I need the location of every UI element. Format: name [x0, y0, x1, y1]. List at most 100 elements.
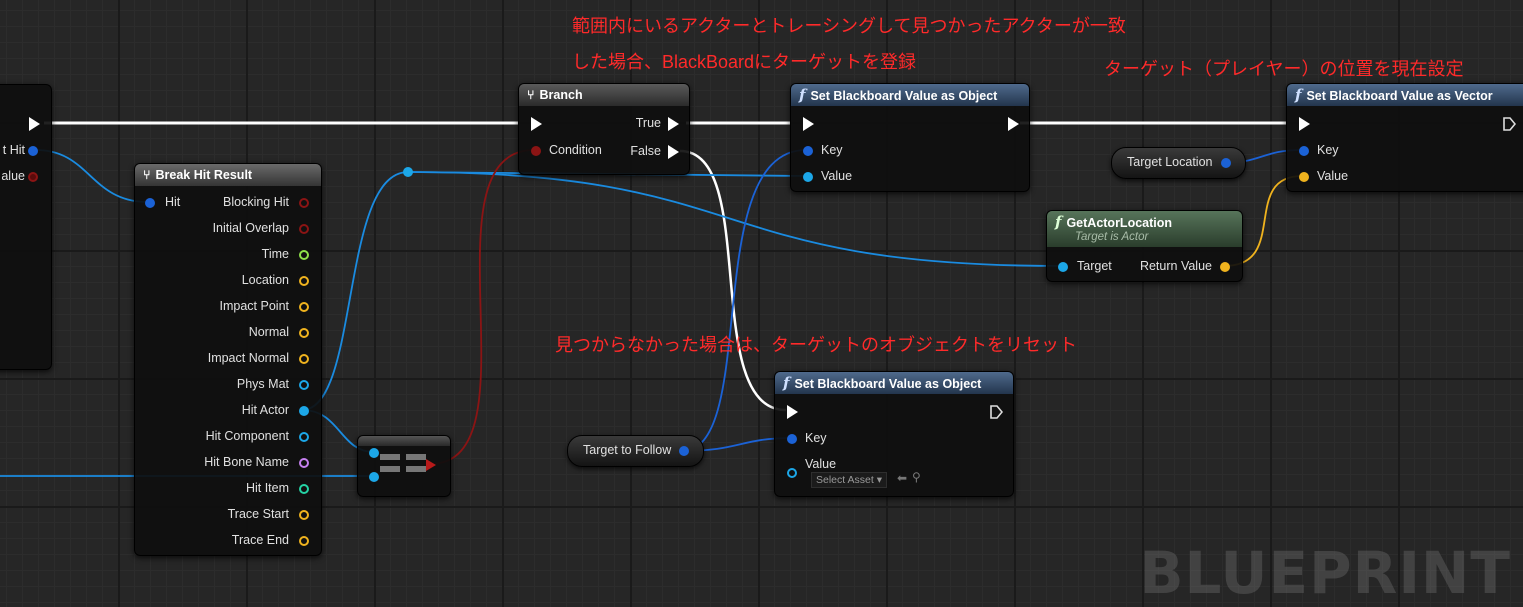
node-title: GetActorLocation: [1066, 216, 1173, 230]
value-label: Value: [821, 169, 853, 183]
output-pin[interactable]: [299, 536, 309, 546]
value-output-label: alue: [1, 169, 25, 183]
set-bb-vector-header: f Set Blackboard Value as Vector: [1287, 84, 1523, 106]
equal-object-node[interactable]: [357, 435, 451, 497]
function-icon: f: [799, 86, 806, 104]
annotation-location-comment: ターゲット（プレイヤー）の位置を現在設定: [1104, 59, 1464, 79]
node-title: Branch: [539, 88, 583, 102]
variable-output-pin[interactable]: [679, 446, 689, 456]
get-actor-location-header: f GetActorLocation Target is Actor: [1047, 211, 1242, 247]
output-label: Impact Normal: [207, 351, 289, 365]
equal-a-pin[interactable]: [369, 448, 379, 458]
output-pin[interactable]: [299, 328, 309, 338]
branch-header: ⑂ Branch: [519, 84, 689, 106]
output-pin[interactable]: [299, 302, 309, 312]
chevron-down-icon: ▾: [876, 474, 882, 486]
output-label: Normal: [248, 325, 289, 339]
true-label: True: [635, 116, 661, 130]
exec-in-pin[interactable]: [787, 405, 798, 419]
break-icon: ⑂: [143, 168, 151, 182]
variable-label: Target to Follow: [583, 443, 672, 457]
output-pin[interactable]: [299, 354, 309, 364]
hit-input-pin[interactable]: [145, 198, 155, 208]
variable-output-pin[interactable]: [1221, 158, 1231, 168]
target-label: Target: [1077, 259, 1112, 273]
equal-icon-bar: [380, 466, 400, 472]
exec-out-pin[interactable]: [990, 405, 1004, 419]
true-exec-pin[interactable]: [668, 117, 679, 131]
hit-input-label: Hit: [165, 195, 181, 209]
hit-output-pin[interactable]: [28, 146, 38, 156]
exec-wire: [679, 149, 787, 412]
return-value-pin[interactable]: [1220, 262, 1230, 272]
trace-node-partial[interactable]: t Hit alue: [0, 84, 52, 370]
exec-out-pin[interactable]: [1008, 117, 1019, 131]
set-bb-object-reset-header: f Set Blackboard Value as Object: [775, 372, 1013, 394]
set-bb-object-reset-node[interactable]: f Set Blackboard Value as Object Key Valu…: [774, 371, 1014, 497]
annotation-reset-comment: 見つからなかった場合は、ターゲットのオブジェクトをリセット: [555, 335, 1077, 355]
value-pin[interactable]: [787, 468, 797, 478]
value-pin[interactable]: [1299, 172, 1309, 182]
target-to-follow-variable[interactable]: Target to Follow: [567, 435, 704, 467]
value-pin[interactable]: [803, 172, 813, 182]
condition-pin[interactable]: [531, 146, 541, 156]
node-title: Set Blackboard Value as Object: [794, 377, 982, 391]
node-title: Break Hit Result: [155, 168, 253, 182]
variable-label: Target Location: [1127, 155, 1213, 169]
exec-in-pin[interactable]: [1299, 117, 1310, 131]
annotation-match-comment: 範囲内にいるアクターとトレーシングして見つかったアクターが一致: [572, 16, 1126, 36]
key-label: Key: [805, 431, 827, 445]
false-exec-pin[interactable]: [668, 145, 679, 159]
exec-out-pin[interactable]: [1503, 117, 1517, 131]
output-pin[interactable]: [299, 510, 309, 520]
key-pin[interactable]: [1299, 146, 1309, 156]
condition-label: Condition: [549, 143, 602, 157]
output-pin[interactable]: [299, 432, 309, 442]
equal-b-pin[interactable]: [369, 472, 379, 482]
target-pin[interactable]: [1058, 262, 1068, 272]
key-pin[interactable]: [803, 146, 813, 156]
node-title: Set Blackboard Value as Vector: [1306, 89, 1493, 103]
output-label: Time: [261, 247, 289, 261]
set-bb-vector-node[interactable]: f Set Blackboard Value as Vector Key Valu…: [1286, 83, 1523, 192]
value-output-pin[interactable]: [28, 172, 38, 182]
output-pin[interactable]: [299, 458, 309, 468]
node-title: Set Blackboard Value as Object: [810, 89, 998, 103]
equal-result-pin[interactable]: [426, 459, 436, 471]
output-label: Phys Mat: [236, 377, 289, 391]
reroute-node: [403, 167, 413, 177]
key-pin[interactable]: [787, 434, 797, 444]
output-pin[interactable]: [299, 406, 309, 416]
equal-icon-bar: [380, 454, 400, 460]
exec-in-pin[interactable]: [531, 117, 542, 131]
output-pin[interactable]: [299, 250, 309, 260]
set-bb-object-node[interactable]: f Set Blackboard Value as Object Key Valu…: [790, 83, 1030, 192]
select-asset-label: Select Asset: [816, 474, 874, 486]
output-pin[interactable]: [299, 198, 309, 208]
output-label: Hit Item: [245, 481, 289, 495]
bool-wire: [429, 149, 535, 465]
key-label: Key: [1317, 143, 1339, 157]
output-label: Trace Start: [227, 507, 289, 521]
annotation-register-comment: した場合、BlackBoardにターゲットを登録: [572, 52, 917, 72]
output-pin[interactable]: [299, 380, 309, 390]
output-pin[interactable]: [299, 484, 309, 494]
select-asset-dropdown[interactable]: Select Asset ▾: [811, 472, 887, 488]
browse-search-icon[interactable]: ⚲: [912, 470, 921, 484]
get-actor-location-node[interactable]: f GetActorLocation Target is Actor Target…: [1046, 210, 1243, 282]
use-selected-icon[interactable]: ⬅: [897, 471, 907, 485]
exec-in-pin[interactable]: [803, 117, 814, 131]
equal-node-header: [358, 436, 450, 446]
exec-out-pin[interactable]: [29, 117, 40, 131]
target-location-variable[interactable]: Target Location: [1111, 147, 1246, 179]
branch-node[interactable]: ⑂ Branch Condition True False: [518, 83, 690, 175]
output-pin[interactable]: [299, 224, 309, 234]
object-wire: [35, 149, 149, 203]
break-hit-result-header: ⑂ Break Hit Result: [135, 164, 321, 186]
false-label: False: [630, 144, 661, 158]
value-label: Value: [805, 457, 837, 471]
function-icon: f: [783, 374, 790, 392]
break-hit-result-node[interactable]: ⑂ Break Hit Result Hit Blocking Hit Initia…: [134, 163, 322, 556]
output-label: Blocking Hit: [223, 195, 289, 209]
output-pin[interactable]: [299, 276, 309, 286]
